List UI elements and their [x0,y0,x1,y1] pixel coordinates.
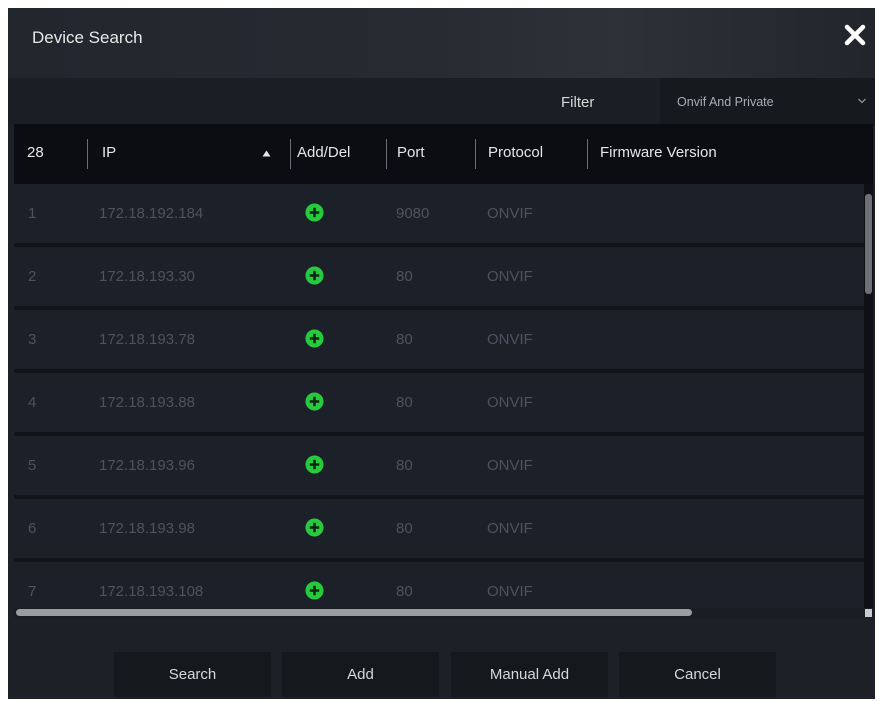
row-protocol: ONVIF [487,520,533,537]
dialog-title: Device Search [32,28,143,47]
column-header-add-del[interactable]: Add/Del [297,144,350,161]
column-divider[interactable] [386,139,387,169]
sort-ascending-icon[interactable] [262,150,271,157]
row-port: 80 [396,457,413,474]
row-number: 6 [28,520,37,537]
row-protocol: ONVIF [487,457,533,474]
column-divider[interactable] [475,139,476,169]
row-protocol: ONVIF [487,583,533,600]
row-number: 7 [28,583,37,600]
column-divider[interactable] [87,139,88,169]
horizontal-scrollbar-thumb[interactable] [16,609,692,616]
add-button[interactable]: Add [282,652,439,697]
row-protocol: ONVIF [487,394,533,411]
filter-label: Filter [561,94,595,111]
column-header-firmware-version[interactable]: Firmware Version [600,144,717,161]
manual-add-button[interactable]: Manual Add [451,652,608,697]
row-protocol: ONVIF [487,205,533,222]
row-ip: 172.18.193.96 [99,457,195,474]
filter-bar: Filter Onvif And Private [8,78,875,126]
cancel-button[interactable]: Cancel [619,652,776,697]
device-count: 28 [27,144,44,161]
row-ip: 172.18.193.88 [99,394,195,411]
row-ip: 172.18.192.184 [99,205,204,222]
column-header-ip[interactable]: IP [102,144,116,161]
row-ip: 172.18.193.108 [99,583,204,600]
vertical-scrollbar[interactable] [864,184,873,604]
row-ip: 172.18.193.98 [99,520,195,537]
row-protocol: ONVIF [487,268,533,285]
filter-dropdown-value: Onvif And Private [677,95,774,109]
row-ip: 172.18.193.30 [99,268,195,285]
table-row[interactable]: 5 172.18.193.96 80 ONVIF [14,436,864,499]
row-port: 80 [396,331,413,348]
add-device-icon[interactable] [305,518,324,537]
horizontal-scrollbar[interactable] [14,608,873,618]
row-number: 5 [28,457,37,474]
row-port: 80 [396,520,413,537]
row-protocol: ONVIF [487,331,533,348]
row-ip: 172.18.193.78 [99,331,195,348]
add-device-icon[interactable] [305,392,324,411]
column-divider[interactable] [587,139,588,169]
close-icon[interactable] [840,20,870,50]
column-header-protocol[interactable]: Protocol [488,144,543,161]
add-device-icon[interactable] [305,329,324,348]
device-search-dialog: Device Search Filter Onvif And Private 2… [8,8,875,699]
table-row[interactable]: 3 172.18.193.78 80 ONVIF [14,310,864,373]
column-header-port[interactable]: Port [397,144,425,161]
scrollbar-corner [865,609,872,617]
add-device-icon[interactable] [305,455,324,474]
row-number: 2 [28,268,37,285]
table-row[interactable]: 2 172.18.193.30 80 ONVIF [14,247,864,310]
row-port: 9080 [396,205,430,222]
add-device-icon[interactable] [305,203,324,222]
row-number: 3 [28,331,37,348]
table-row[interactable]: 6 172.18.193.98 80 ONVIF [14,499,864,562]
filter-dropdown[interactable]: Onvif And Private [660,78,875,126]
chevron-down-icon [858,98,866,104]
row-number: 4 [28,394,37,411]
row-number: 1 [28,205,37,222]
footer: Search Add Manual Add Cancel [8,618,875,699]
column-divider[interactable] [290,139,291,169]
row-port: 80 [396,268,413,285]
add-device-icon[interactable] [305,266,324,285]
device-table: 28 IP Add/Del Port Protocol Firmware Ver… [14,124,873,618]
row-port: 80 [396,394,413,411]
row-port: 80 [396,583,413,600]
table-row[interactable]: 4 172.18.193.88 80 ONVIF [14,373,864,436]
table-row[interactable]: 1 172.18.192.184 9080 ONVIF [14,184,864,247]
search-button[interactable]: Search [114,652,271,697]
table-header: 28 IP Add/Del Port Protocol Firmware Ver… [14,124,873,184]
add-device-icon[interactable] [305,581,324,600]
vertical-scrollbar-thumb[interactable] [865,194,872,294]
title-bar: Device Search [8,8,875,78]
